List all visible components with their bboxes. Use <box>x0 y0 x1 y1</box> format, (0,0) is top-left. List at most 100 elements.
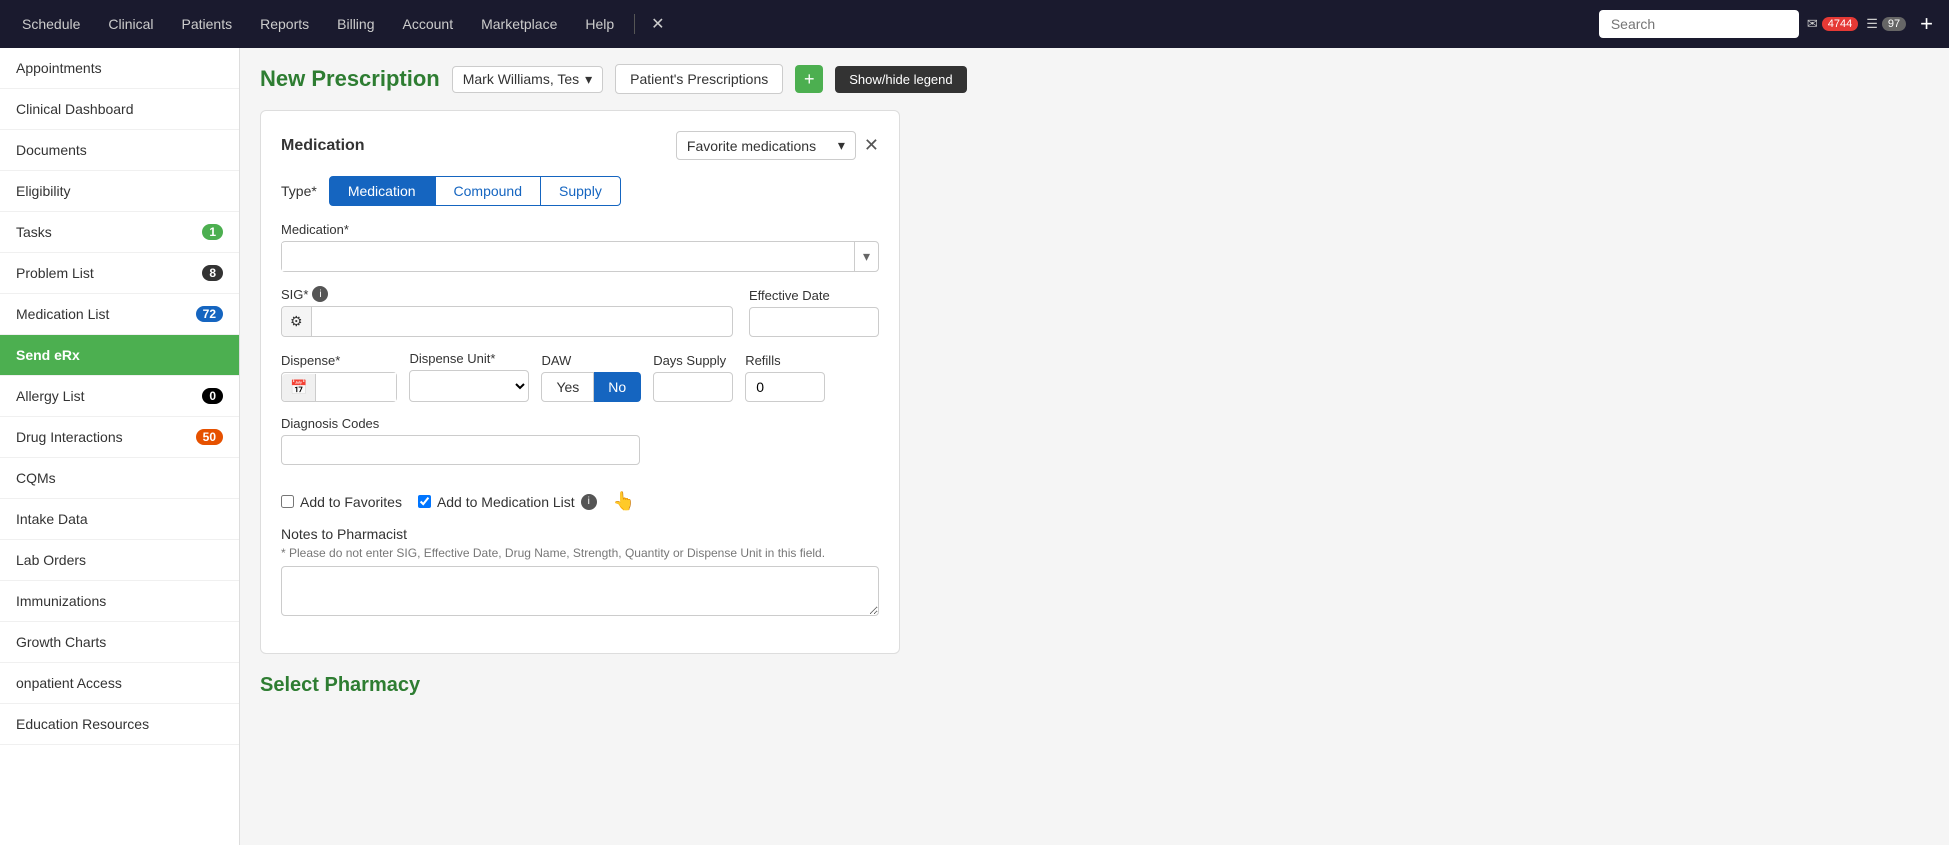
add-to-medication-list-checkbox[interactable]: Add to Medication List i <box>418 494 597 510</box>
sig-info-icon[interactable]: i <box>312 286 328 302</box>
top-nav: Schedule Clinical Patients Reports Billi… <box>0 0 1949 48</box>
sidebar-item-medication-list[interactable]: Medication List 72 <box>0 294 239 335</box>
notif-badge[interactable]: ☰ 97 <box>1866 16 1906 32</box>
sig-settings-icon[interactable]: ⚙ <box>282 307 312 336</box>
nav-close-icon[interactable]: ✕ <box>643 10 672 38</box>
sidebar-label-drug-interactions: Drug Interactions <box>16 429 123 445</box>
notes-hint: * Please do not enter SIG, Effective Dat… <box>281 546 879 560</box>
type-compound-button[interactable]: Compound <box>435 176 541 206</box>
sidebar: Appointments Clinical Dashboard Document… <box>0 48 240 845</box>
medication-dropdown-icon[interactable]: ▾ <box>854 242 878 271</box>
add-to-medication-list-input[interactable] <box>418 495 431 508</box>
problem-list-badge: 8 <box>202 265 223 281</box>
dispense-unit-group: Dispense Unit* <box>409 351 529 402</box>
medication-field-row: Medication* ▾ <box>281 222 879 272</box>
sidebar-label-intake-data: Intake Data <box>16 511 88 527</box>
card-title: Medication <box>281 137 365 155</box>
sidebar-label-lab-orders: Lab Orders <box>16 552 86 568</box>
medication-list-info-icon[interactable]: i <box>581 494 597 510</box>
search-input[interactable] <box>1599 10 1799 38</box>
dispense-label: Dispense* <box>281 353 397 368</box>
notes-row: Notes to Pharmacist * Please do not ente… <box>281 526 879 619</box>
type-row: Type* Medication Compound Supply <box>281 176 879 206</box>
sidebar-label-documents: Documents <box>16 142 87 158</box>
nav-clinical[interactable]: Clinical <box>96 10 165 38</box>
nav-billing[interactable]: Billing <box>325 10 386 38</box>
sig-label: SIG* i <box>281 286 733 302</box>
type-supply-button[interactable]: Supply <box>540 176 621 206</box>
sidebar-item-allergy-list[interactable]: Allergy List 0 <box>0 376 239 417</box>
dispense-unit-select[interactable] <box>409 370 529 402</box>
page-header: New Prescription Mark Williams, Tes ▾ Pa… <box>260 64 1929 94</box>
nav-reports[interactable]: Reports <box>248 10 321 38</box>
daw-buttons: Yes No <box>541 372 641 402</box>
sidebar-label-cqms: CQMs <box>16 470 56 486</box>
card-close-icon[interactable]: ✕ <box>864 135 879 156</box>
notes-label: Notes to Pharmacist <box>281 526 879 542</box>
nav-help[interactable]: Help <box>573 10 626 38</box>
sidebar-item-drug-interactions[interactable]: Drug Interactions 50 <box>0 417 239 458</box>
sidebar-item-growth-charts[interactable]: Growth Charts <box>0 622 239 663</box>
type-label: Type* <box>281 183 317 199</box>
dispense-row: Dispense* 📅 Dispense Unit* <box>281 351 879 402</box>
nav-account[interactable]: Account <box>391 10 466 38</box>
main-layout: Appointments Clinical Dashboard Document… <box>0 48 1949 845</box>
sidebar-item-cqms[interactable]: CQMs <box>0 458 239 499</box>
sidebar-item-documents[interactable]: Documents <box>0 130 239 171</box>
type-medication-button[interactable]: Medication <box>329 176 435 206</box>
sig-input-wrapper: ⚙ <box>281 306 733 337</box>
sidebar-item-problem-list[interactable]: Problem List 8 <box>0 253 239 294</box>
dispense-calendar-icon[interactable]: 📅 <box>282 374 316 401</box>
medication-input[interactable] <box>282 243 854 271</box>
type-buttons: Medication Compound Supply <box>329 176 621 206</box>
sidebar-item-lab-orders[interactable]: Lab Orders <box>0 540 239 581</box>
add-to-favorites-input[interactable] <box>281 495 294 508</box>
card-header: Medication Favorite medications ▾ ✕ <box>281 131 879 160</box>
sidebar-label-growth-charts: Growth Charts <box>16 634 106 650</box>
favorite-medications-dropdown[interactable]: Favorite medications ▾ <box>676 131 856 160</box>
sidebar-item-education-resources[interactable]: Education Resources <box>0 704 239 745</box>
nav-schedule[interactable]: Schedule <box>10 10 92 38</box>
page-title: New Prescription <box>260 66 440 92</box>
notif-icon: ☰ <box>1866 16 1878 32</box>
daw-no-button[interactable]: No <box>594 372 641 402</box>
diagnosis-codes-input[interactable] <box>281 435 640 465</box>
show-hide-legend-button[interactable]: Show/hide legend <box>835 66 966 93</box>
days-supply-input[interactable] <box>653 372 733 402</box>
add-prescription-button[interactable]: + <box>795 65 823 93</box>
sidebar-item-tasks[interactable]: Tasks 1 <box>0 212 239 253</box>
mail-count: 4744 <box>1822 17 1858 31</box>
sidebar-label-immunizations: Immunizations <box>16 593 106 609</box>
sidebar-label-onpatient-access: onpatient Access <box>16 675 122 691</box>
effective-date-input[interactable] <box>749 307 879 337</box>
mail-badge[interactable]: ✉ 4744 <box>1807 16 1858 32</box>
daw-yes-button[interactable]: Yes <box>541 372 594 402</box>
sidebar-label-eligibility: Eligibility <box>16 183 70 199</box>
patient-prescriptions-button[interactable]: Patient's Prescriptions <box>615 64 783 94</box>
sidebar-item-clinical-dashboard[interactable]: Clinical Dashboard <box>0 89 239 130</box>
sidebar-item-intake-data[interactable]: Intake Data <box>0 499 239 540</box>
sidebar-item-send-erx[interactable]: Send eRx <box>0 335 239 376</box>
nav-marketplace[interactable]: Marketplace <box>469 10 569 38</box>
refills-input[interactable] <box>745 372 825 402</box>
sidebar-item-eligibility[interactable]: Eligibility <box>0 171 239 212</box>
patient-name: Mark Williams, Tes <box>463 71 579 87</box>
sig-input[interactable] <box>312 308 732 336</box>
sidebar-item-appointments[interactable]: Appointments <box>0 48 239 89</box>
card-header-right: Favorite medications ▾ ✕ <box>676 131 879 160</box>
days-supply-label: Days Supply <box>653 353 733 368</box>
sidebar-item-onpatient-access[interactable]: onpatient Access <box>0 663 239 704</box>
add-to-favorites-checkbox[interactable]: Add to Favorites <box>281 494 402 510</box>
days-supply-group: Days Supply <box>653 353 733 402</box>
diagnosis-codes-label: Diagnosis Codes <box>281 416 879 431</box>
sidebar-item-immunizations[interactable]: Immunizations <box>0 581 239 622</box>
nav-right: ✉ 4744 ☰ 97 + <box>1599 10 1939 38</box>
patient-dropdown[interactable]: Mark Williams, Tes ▾ <box>452 66 603 93</box>
dispense-input[interactable] <box>316 373 396 401</box>
patient-prescriptions-label: Patient's Prescriptions <box>630 71 768 87</box>
add-button[interactable]: + <box>1914 11 1939 37</box>
effective-date-group: Effective Date <box>749 288 879 337</box>
sidebar-label-tasks: Tasks <box>16 224 52 240</box>
notes-textarea[interactable] <box>281 566 879 616</box>
nav-patients[interactable]: Patients <box>170 10 245 38</box>
